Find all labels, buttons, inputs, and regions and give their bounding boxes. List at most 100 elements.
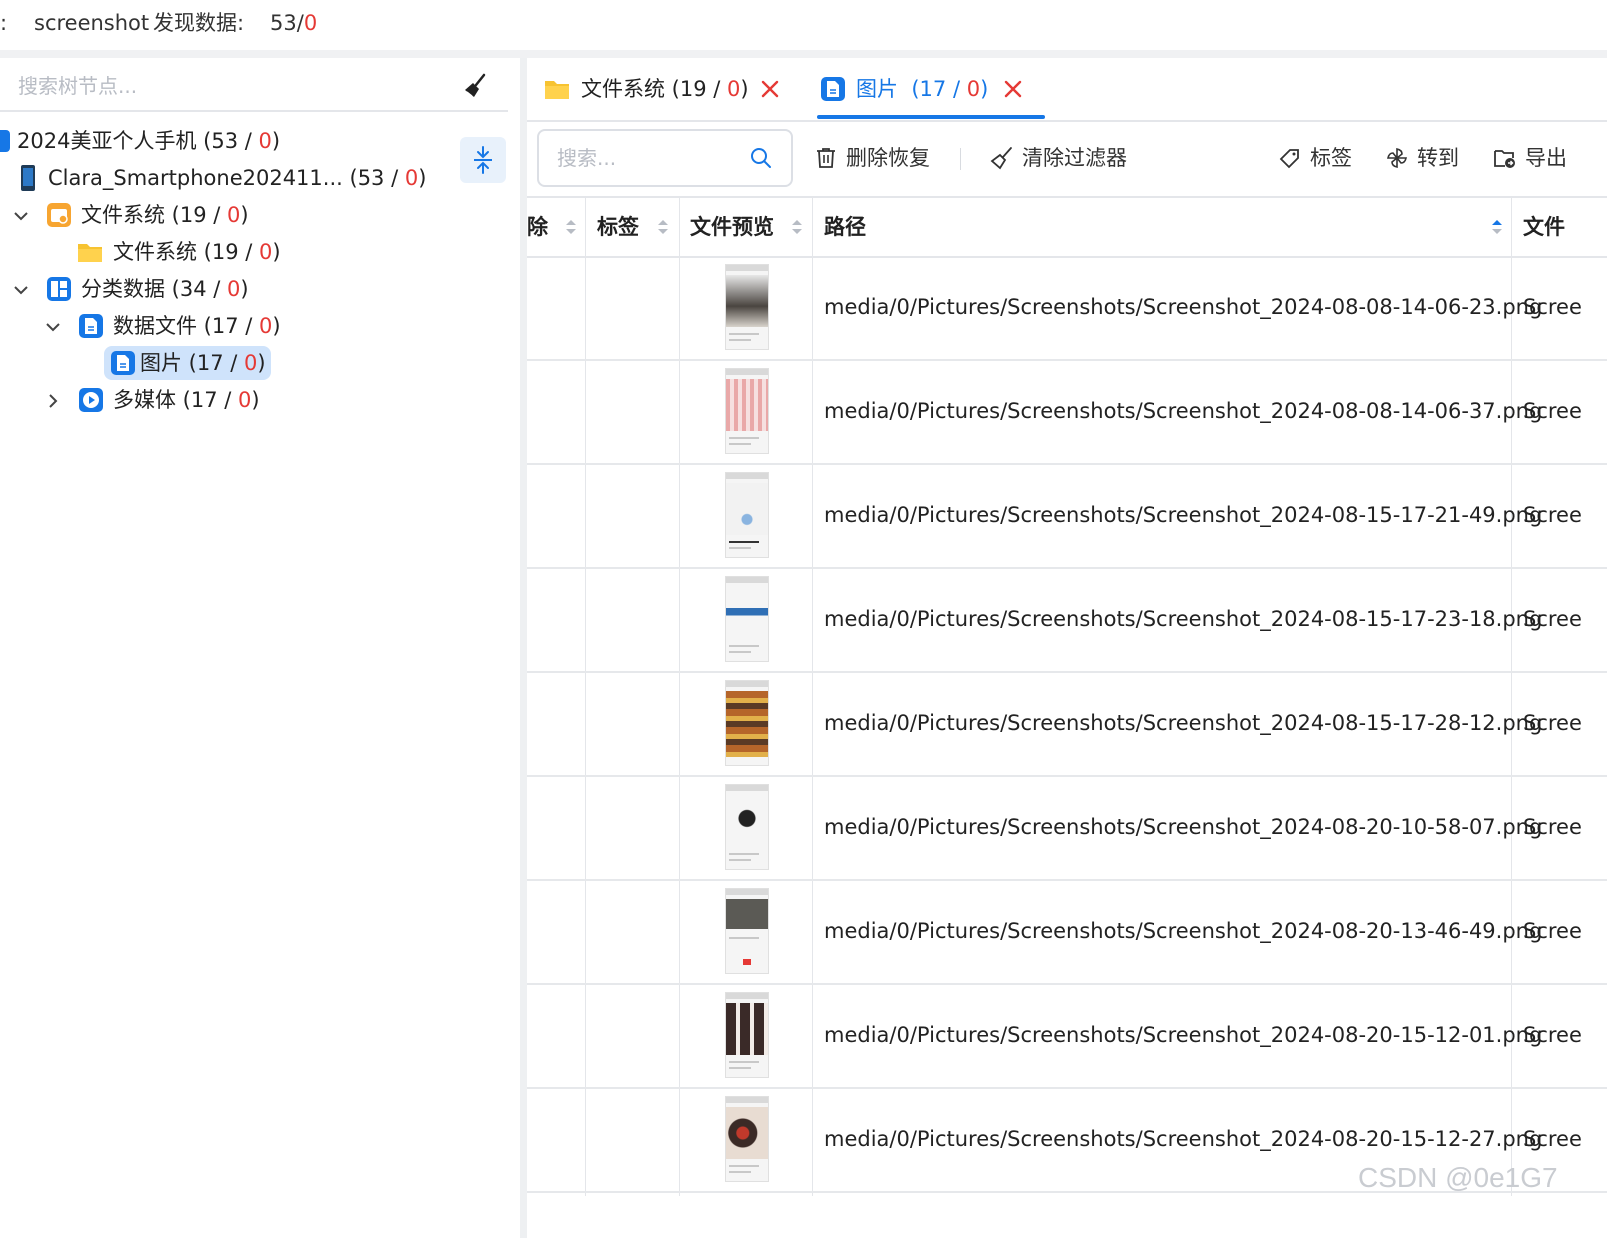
button-label: 删除恢复	[846, 146, 930, 170]
close-icon[interactable]	[1002, 78, 1024, 100]
file-preview-thumbnail[interactable]	[725, 1096, 769, 1182]
file-path: media/0/Pictures/Screenshots/Screenshot_…	[824, 607, 1543, 631]
file-path: media/0/Pictures/Screenshots/Screenshot_…	[824, 295, 1543, 319]
sort-icon[interactable]	[565, 218, 577, 236]
file-preview-thumbnail[interactable]	[725, 368, 769, 454]
folder-icon	[78, 244, 102, 262]
tag-button[interactable]: 标签	[1278, 142, 1358, 174]
file-preview-thumbnail[interactable]	[725, 680, 769, 766]
file-name: Scree	[1523, 399, 1582, 423]
delete-restore-button[interactable]: 删除恢复	[814, 142, 944, 174]
chevron-right-icon[interactable]	[44, 392, 62, 410]
table-search-box	[537, 129, 793, 187]
tab-bar: 文件系统 (19 / 0) 图片 (17 / 0)	[527, 58, 1607, 122]
export-button[interactable]: 导出	[1493, 142, 1607, 174]
button-label: 转到	[1417, 146, 1459, 170]
file-path: media/0/Pictures/Screenshots/Screenshot_…	[824, 919, 1543, 943]
sort-icon[interactable]	[791, 218, 803, 236]
play-media-icon	[79, 388, 103, 412]
table-row[interactable]: media/0/Pictures/Screenshots/Screenshot_…	[527, 879, 1607, 985]
watermark: CSDN @0e1G7	[1358, 1162, 1558, 1193]
content-panel: 文件系统 (19 / 0) 图片 (17 / 0) 删除恢复 清除过滤器	[527, 58, 1607, 1238]
file-path: media/0/Pictures/Screenshots/Screenshot_…	[824, 711, 1543, 735]
collapse-all-button[interactable]	[460, 137, 506, 183]
table-row[interactable]: media/0/Pictures/Screenshots/Screenshot_…	[527, 255, 1607, 361]
file-name: Scree	[1523, 503, 1582, 527]
search-icon[interactable]	[750, 147, 772, 169]
chevron-down-icon[interactable]	[12, 207, 30, 225]
sort-icon[interactable]	[657, 218, 669, 236]
table-row[interactable]: media/0/Pictures/Screenshots/Screenshot_…	[527, 359, 1607, 465]
folder-export-icon	[1494, 150, 1515, 168]
active-tab-indicator	[817, 115, 1045, 119]
column-header-path[interactable]: 路径	[824, 198, 924, 256]
tree-node-label: 分类数据 (34 / 0)	[81, 277, 249, 301]
file-name: Scree	[1523, 815, 1582, 839]
folder-icon	[545, 81, 569, 99]
clear-filter-button[interactable]: 清除过滤器	[990, 142, 1140, 174]
button-label: 导出	[1525, 146, 1567, 170]
button-label: 标签	[1310, 146, 1352, 170]
found-data-label: 发现数据:	[153, 11, 245, 35]
tab-images[interactable]: 图片 (17 / 0)	[819, 58, 1045, 120]
tag-icon	[1279, 149, 1299, 169]
tree-node-label: 文件系统 (19 / 0)	[81, 203, 249, 227]
collapse-icon	[474, 146, 492, 174]
found-data-count: 53/0	[270, 11, 318, 35]
file-preview-thumbnail[interactable]	[725, 576, 769, 662]
panel-splitter[interactable]	[520, 58, 527, 1238]
table-row[interactable]: media/0/Pictures/Screenshots/Screenshot_…	[527, 567, 1607, 673]
chevron-down-icon[interactable]	[44, 318, 62, 336]
tree-node-label: 多媒体 (17 / 0)	[113, 388, 260, 412]
close-icon[interactable]	[759, 78, 781, 100]
column-header-preview[interactable]: 文件预览	[690, 198, 790, 256]
document-icon	[79, 314, 103, 338]
table-row[interactable]: media/0/Pictures/Screenshots/Screenshot_…	[527, 463, 1607, 569]
tree-node-label: 文件系统 (19 / 0)	[113, 240, 281, 264]
clear-filter-icon	[990, 147, 1012, 170]
image-document-icon	[111, 351, 135, 375]
table-header: 除 标签 文件预览 路径 文件	[527, 196, 1607, 258]
tree-search-input[interactable]	[16, 68, 440, 104]
table-row[interactable]: media/0/Pictures/Screenshots/Screenshot_…	[527, 671, 1607, 777]
top-status-bar: : screenshot 发现数据: 53/0	[0, 0, 1607, 48]
file-preview-thumbnail[interactable]	[725, 992, 769, 1078]
file-preview-thumbnail[interactable]	[725, 784, 769, 870]
tree-node-label: Clara_Smartphone202411... (53 / 0)	[48, 166, 427, 190]
table-row[interactable]: media/0/Pictures/Screenshots/Screenshot_…	[527, 983, 1607, 1089]
file-preview-thumbnail[interactable]	[725, 472, 769, 558]
image-document-icon	[821, 77, 845, 101]
tree-node-label: 数据文件 (17 / 0)	[113, 314, 281, 338]
column-header-filename[interactable]: 文件	[1523, 198, 1607, 256]
goto-button[interactable]: 转到	[1385, 142, 1465, 174]
file-path: media/0/Pictures/Screenshots/Screenshot_…	[824, 503, 1543, 527]
sort-ascending-icon[interactable]	[1491, 218, 1503, 236]
broom-icon[interactable]	[462, 72, 490, 100]
file-preview-thumbnail[interactable]	[725, 264, 769, 350]
case-icon	[0, 130, 10, 152]
file-name: Scree	[1523, 607, 1582, 631]
button-label: 清除过滤器	[1022, 146, 1127, 170]
table-search-input[interactable]	[555, 142, 744, 174]
table-row[interactable]: media/0/Pictures/Screenshots/Screenshot_…	[527, 775, 1607, 881]
chevron-down-icon[interactable]	[12, 281, 30, 299]
tab-label: 图片 (17 / 0)	[856, 77, 989, 101]
file-name: Scree	[1523, 711, 1582, 735]
trash-icon	[817, 148, 835, 168]
file-preview-thumbnail[interactable]	[725, 888, 769, 974]
filesystem-icon	[47, 203, 71, 227]
file-name: Scree	[1523, 919, 1582, 943]
tree-panel: 2024美亚个人手机 (53 / 0) Clara_Smartphone2024…	[0, 58, 520, 1238]
file-path: media/0/Pictures/Screenshots/Screenshot_…	[824, 815, 1543, 839]
tab-filesystem[interactable]: 文件系统 (19 / 0)	[543, 58, 788, 120]
status-colon: :	[0, 11, 8, 35]
header-separator	[0, 50, 1607, 58]
file-name: Scree	[1523, 1023, 1582, 1047]
pinwheel-icon	[1387, 148, 1407, 168]
category-grid-icon	[47, 277, 71, 301]
toolbar: 删除恢复 清除过滤器 标签 转到 导出	[527, 120, 1607, 196]
toolbar-separator	[960, 148, 961, 170]
tab-label: 文件系统 (19 / 0)	[581, 77, 749, 101]
file-path: media/0/Pictures/Screenshots/Screenshot_…	[824, 1023, 1543, 1047]
file-name: Scree	[1523, 295, 1582, 319]
